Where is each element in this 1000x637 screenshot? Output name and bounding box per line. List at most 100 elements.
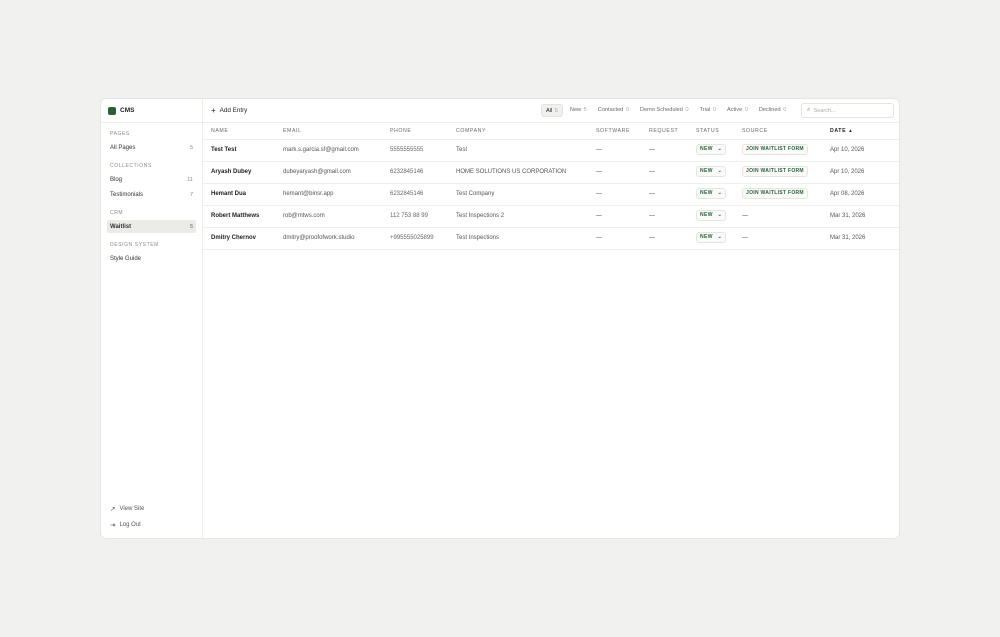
- filter-tab-declined[interactable]: Declined 0: [755, 104, 790, 117]
- table-row[interactable]: Hemant Dua hemant@binsr.app 6232845146 Test…: [203, 183, 899, 205]
- status-label: NEW: [700, 212, 713, 218]
- table-bottom-divider: [203, 249, 899, 250]
- sidebar-item-count: 5: [189, 144, 193, 151]
- filter-count: 5: [554, 108, 558, 114]
- row-email: dmitry@proofofwork.studio: [283, 235, 355, 241]
- sort-ascending-icon: ▲: [848, 128, 854, 133]
- sidebar-item-label: Waitlist: [110, 223, 132, 230]
- column-header-source[interactable]: SOURCE: [742, 128, 768, 134]
- chevron-down-icon: ⌄: [715, 234, 723, 240]
- chevron-down-icon: ⌄: [715, 168, 723, 174]
- column-header-date[interactable]: DATE ▲: [830, 128, 853, 134]
- column-header-name[interactable]: NAME: [211, 128, 228, 134]
- status-label: NEW: [700, 234, 713, 240]
- source-badge: JOIN WAITLIST FORM: [742, 166, 808, 177]
- row-software: —: [596, 191, 602, 197]
- row-email: hemant@binsr.app: [283, 191, 334, 197]
- table-row[interactable]: Test Test mark.s.garcia.sf@gmail.com 55555…: [203, 139, 899, 161]
- filter-count: 5: [583, 107, 587, 113]
- column-header-request[interactable]: REQUEST: [649, 128, 678, 134]
- column-header-company[interactable]: COMPANY: [456, 128, 486, 134]
- status-dropdown[interactable]: NEW ⌄: [696, 188, 727, 199]
- filter-tab-contacted[interactable]: Contacted 0: [594, 104, 633, 117]
- table-row[interactable]: Robert Matthews rob@mtws.com 112 753 88 99…: [203, 205, 899, 227]
- row-company: Test Inspections: [456, 235, 500, 241]
- column-header-software[interactable]: SOFTWARE: [596, 128, 630, 134]
- sidebar-item-count: 11: [187, 176, 193, 183]
- external-link-icon: ↗: [110, 506, 116, 513]
- row-name[interactable]: Test Test: [211, 147, 236, 153]
- filter-label: Contacted: [597, 107, 624, 113]
- row-request: —: [649, 213, 655, 219]
- row-email: mark.s.garcia.sf@gmail.com: [283, 147, 359, 153]
- status-label: NEW: [700, 146, 713, 152]
- add-entry-button[interactable]: + Add Entry: [211, 105, 247, 115]
- row-phone: 6232845146: [390, 169, 424, 175]
- row-email: rob@mtws.com: [283, 213, 325, 219]
- status-dropdown[interactable]: NEW ⌄: [696, 144, 727, 155]
- chevron-down-icon: ⌄: [715, 212, 723, 218]
- row-name[interactable]: Hemant Dua: [211, 191, 246, 197]
- row-phone: 6232845146: [390, 191, 424, 197]
- filter-label: New: [569, 107, 582, 113]
- row-software: —: [596, 213, 602, 219]
- row-software: —: [596, 147, 602, 153]
- row-phone: 112 753 88 99: [390, 213, 428, 219]
- row-request: —: [649, 191, 655, 197]
- sidebar-item-blog[interactable]: Blog 11: [107, 173, 196, 186]
- log-out-link[interactable]: ⇥ Log Out: [110, 521, 141, 529]
- sidebar-item-count: 7: [189, 191, 193, 198]
- search-icon: ⌕: [807, 107, 811, 113]
- sidebar: CMS PAGES All Pages 5 COLLECTIONS Blog 1…: [101, 99, 203, 538]
- view-site-link[interactable]: ↗ View Site: [110, 505, 144, 513]
- sidebar-item-label: Testimonials: [110, 191, 144, 198]
- row-company: Test: [456, 147, 468, 153]
- brand-name: CMS: [120, 107, 135, 114]
- column-header-status[interactable]: STATUS: [696, 128, 719, 134]
- filter-tab-demo-scheduled[interactable]: Demo Scheduled 0: [636, 104, 693, 117]
- filter-tab-new[interactable]: New 5: [566, 104, 591, 117]
- filter-label: Demo Scheduled: [639, 107, 683, 113]
- row-name[interactable]: Robert Matthews: [211, 213, 259, 219]
- column-header-email[interactable]: EMAIL: [283, 128, 302, 134]
- row-name[interactable]: Dmitry Chernov: [211, 235, 256, 241]
- search-input[interactable]: [813, 107, 884, 114]
- sidebar-item-waitlist[interactable]: Waitlist 5: [107, 220, 196, 233]
- filter-count: 0: [783, 107, 787, 113]
- source-badge: JOIN WAITLIST FORM: [742, 188, 808, 199]
- log-out-icon: ⇥: [110, 522, 116, 529]
- table-row[interactable]: Aryash Dubey dubeyaryash@gmail.com 6232845…: [203, 161, 899, 183]
- filter-count: 0: [712, 107, 716, 113]
- status-dropdown[interactable]: NEW ⌄: [696, 232, 727, 243]
- row-company: Test Inspections 2: [456, 213, 505, 219]
- row-source: —: [742, 235, 748, 241]
- sidebar-item-label: Blog: [110, 176, 123, 183]
- search-box[interactable]: ⌕: [801, 103, 894, 118]
- row-date: Mar 31, 2026: [830, 235, 866, 241]
- row-date: Apr 10, 2026: [830, 147, 865, 153]
- chevron-down-icon: ⌄: [715, 146, 723, 152]
- sidebar-item-testimonials[interactable]: Testimonials 7: [107, 188, 196, 201]
- chevron-down-icon: ⌄: [715, 190, 723, 196]
- app-window: CMS PAGES All Pages 5 COLLECTIONS Blog 1…: [100, 98, 900, 539]
- sidebar-item-all-pages[interactable]: All Pages 5: [107, 141, 196, 154]
- filter-label: Declined: [758, 107, 781, 113]
- table-row[interactable]: Dmitry Chernov dmitry@proofofwork.studio +…: [203, 227, 899, 249]
- filter-tab-all[interactable]: All 5: [541, 104, 563, 117]
- column-header-phone[interactable]: PHONE: [390, 128, 411, 134]
- row-name[interactable]: Aryash Dubey: [211, 169, 251, 175]
- filter-tab-trial[interactable]: Trial 0: [696, 104, 720, 117]
- row-software: —: [596, 169, 602, 175]
- brand[interactable]: CMS: [101, 99, 202, 123]
- status-dropdown[interactable]: NEW ⌄: [696, 166, 727, 177]
- filter-tab-active[interactable]: Active 0: [723, 104, 752, 117]
- filter-count: 0: [685, 107, 689, 113]
- plus-icon: +: [211, 105, 216, 115]
- filter-count: 0: [744, 107, 748, 113]
- view-site-label: View Site: [119, 506, 145, 512]
- sidebar-item-label: Style Guide: [110, 255, 142, 262]
- status-dropdown[interactable]: NEW ⌄: [696, 210, 727, 221]
- source-badge: JOIN WAITLIST FORM: [742, 144, 808, 155]
- sidebar-item-style-guide[interactable]: Style Guide: [107, 252, 196, 265]
- filter-count: 0: [625, 107, 629, 113]
